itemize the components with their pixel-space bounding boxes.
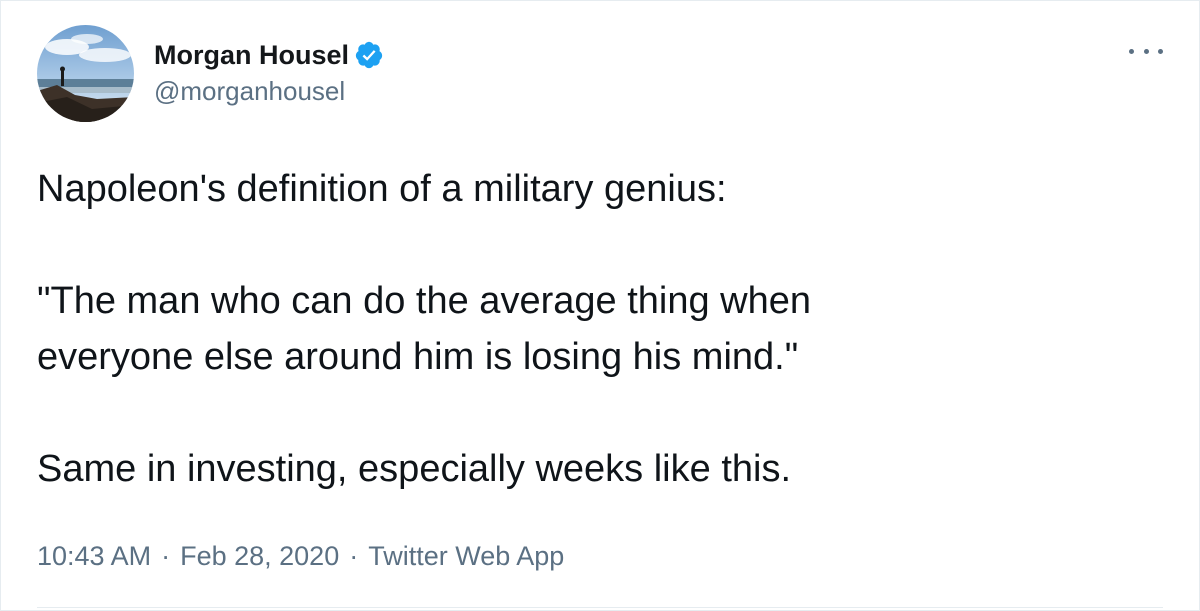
tweet-card: Morgan Housel @morganhousel Napoleon's d… [0, 0, 1200, 611]
dot [1129, 48, 1134, 54]
tweet-line: Same in investing, especially weeks like… [37, 448, 792, 490]
author-block: Morgan Housel @morganhousel [154, 38, 384, 107]
profile-photo-coast-icon [37, 25, 134, 122]
tweet-meta: 10:43 AM · Feb 28, 2020 · Twitter Web Ap… [37, 541, 564, 572]
more-dots-icon[interactable] [1129, 39, 1163, 63]
tweet-text: Napoleon's definition of a military geni… [37, 161, 1157, 497]
tweet-line: Napoleon's definition of a military geni… [37, 168, 727, 210]
separator: · [161, 541, 171, 571]
display-name[interactable]: Morgan Housel [154, 40, 349, 71]
verified-badge-icon [354, 40, 384, 70]
tweet-source[interactable]: Twitter Web App [368, 541, 564, 572]
dot [1158, 48, 1163, 54]
quote-line: everyone else around him is losing his m… [37, 336, 799, 378]
dot [1143, 48, 1149, 54]
quote-line: "The man who can do the average thing wh… [37, 280, 811, 322]
handle[interactable]: @morganhousel [154, 76, 384, 107]
separator: · [349, 541, 359, 571]
divider [37, 607, 1163, 608]
name-row: Morgan Housel [154, 38, 384, 72]
tweet-date[interactable]: Feb 28, 2020 [180, 541, 339, 572]
tweet-time[interactable]: 10:43 AM [37, 541, 151, 572]
avatar[interactable] [37, 25, 134, 122]
